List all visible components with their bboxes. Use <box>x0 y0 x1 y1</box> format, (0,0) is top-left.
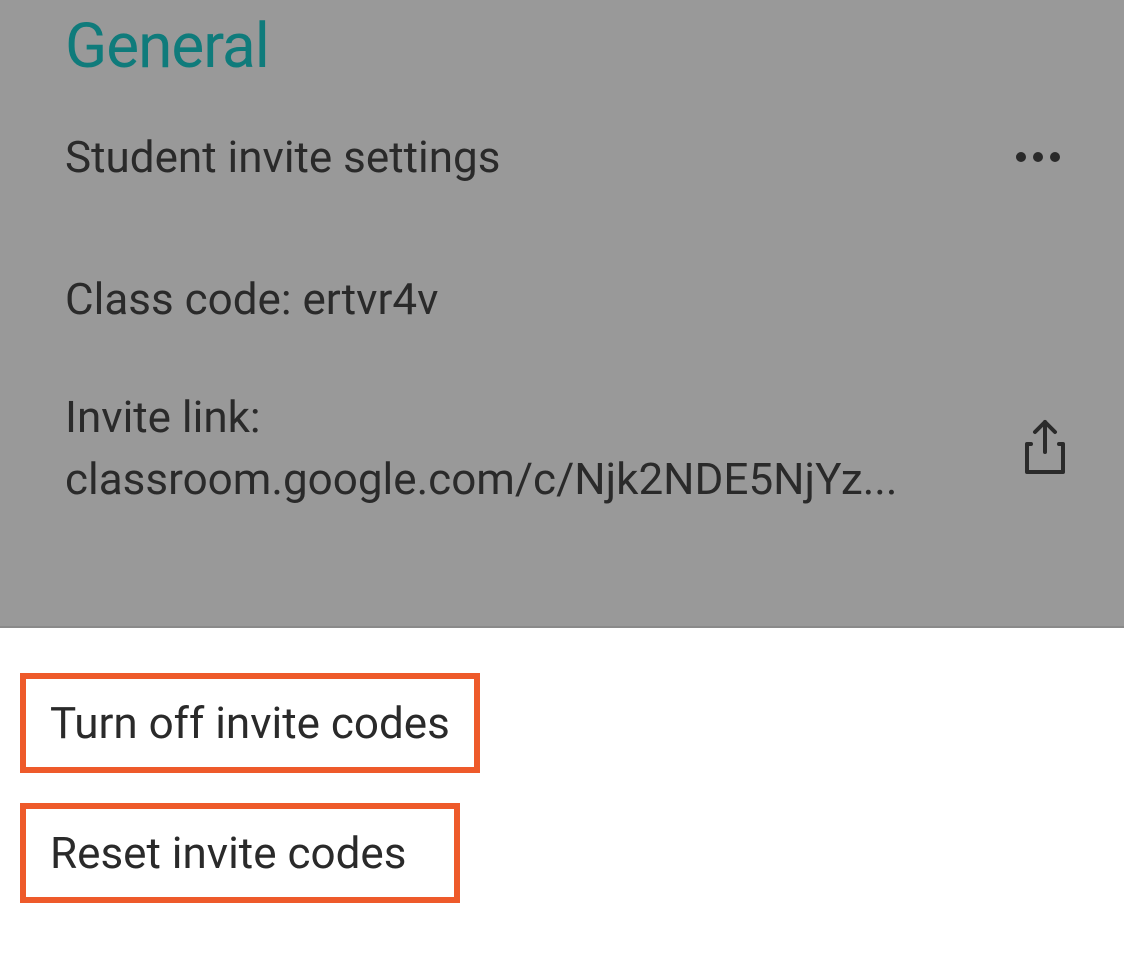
class-code-row: Class code: ertvr4v <box>0 223 1124 345</box>
turn-off-invite-codes-label: Turn off invite codes <box>50 697 450 749</box>
reset-invite-codes-button[interactable]: Reset invite codes <box>20 803 460 903</box>
dot-icon <box>1016 152 1026 162</box>
share-button[interactable] <box>1011 418 1069 480</box>
class-code-value: ertvr4v <box>302 273 438 325</box>
invite-link-label: Invite link: <box>65 387 898 449</box>
invite-link-value: classroom.google.com/c/Njk2NDE5NjYz... <box>65 449 898 511</box>
dot-icon <box>1050 152 1060 162</box>
action-sheet: Turn off invite codes Reset invite codes <box>0 628 1124 953</box>
share-icon <box>1021 418 1069 476</box>
student-invite-settings-row: Student invite settings <box>0 113 1124 223</box>
student-invite-settings-label: Student invite settings <box>65 131 500 183</box>
class-code-label: Class code: <box>65 273 302 325</box>
invite-link-row: Invite link: classroom.google.com/c/Njk2… <box>0 345 1124 530</box>
dot-icon <box>1033 152 1043 162</box>
settings-panel-dimmed: General Student invite settings Class co… <box>0 0 1124 628</box>
invite-link-text: Invite link: classroom.google.com/c/Njk2… <box>65 387 898 510</box>
section-heading: General <box>0 0 1124 113</box>
more-options-icon[interactable] <box>1016 152 1062 162</box>
turn-off-invite-codes-button[interactable]: Turn off invite codes <box>20 673 480 773</box>
reset-invite-codes-label: Reset invite codes <box>50 827 406 879</box>
